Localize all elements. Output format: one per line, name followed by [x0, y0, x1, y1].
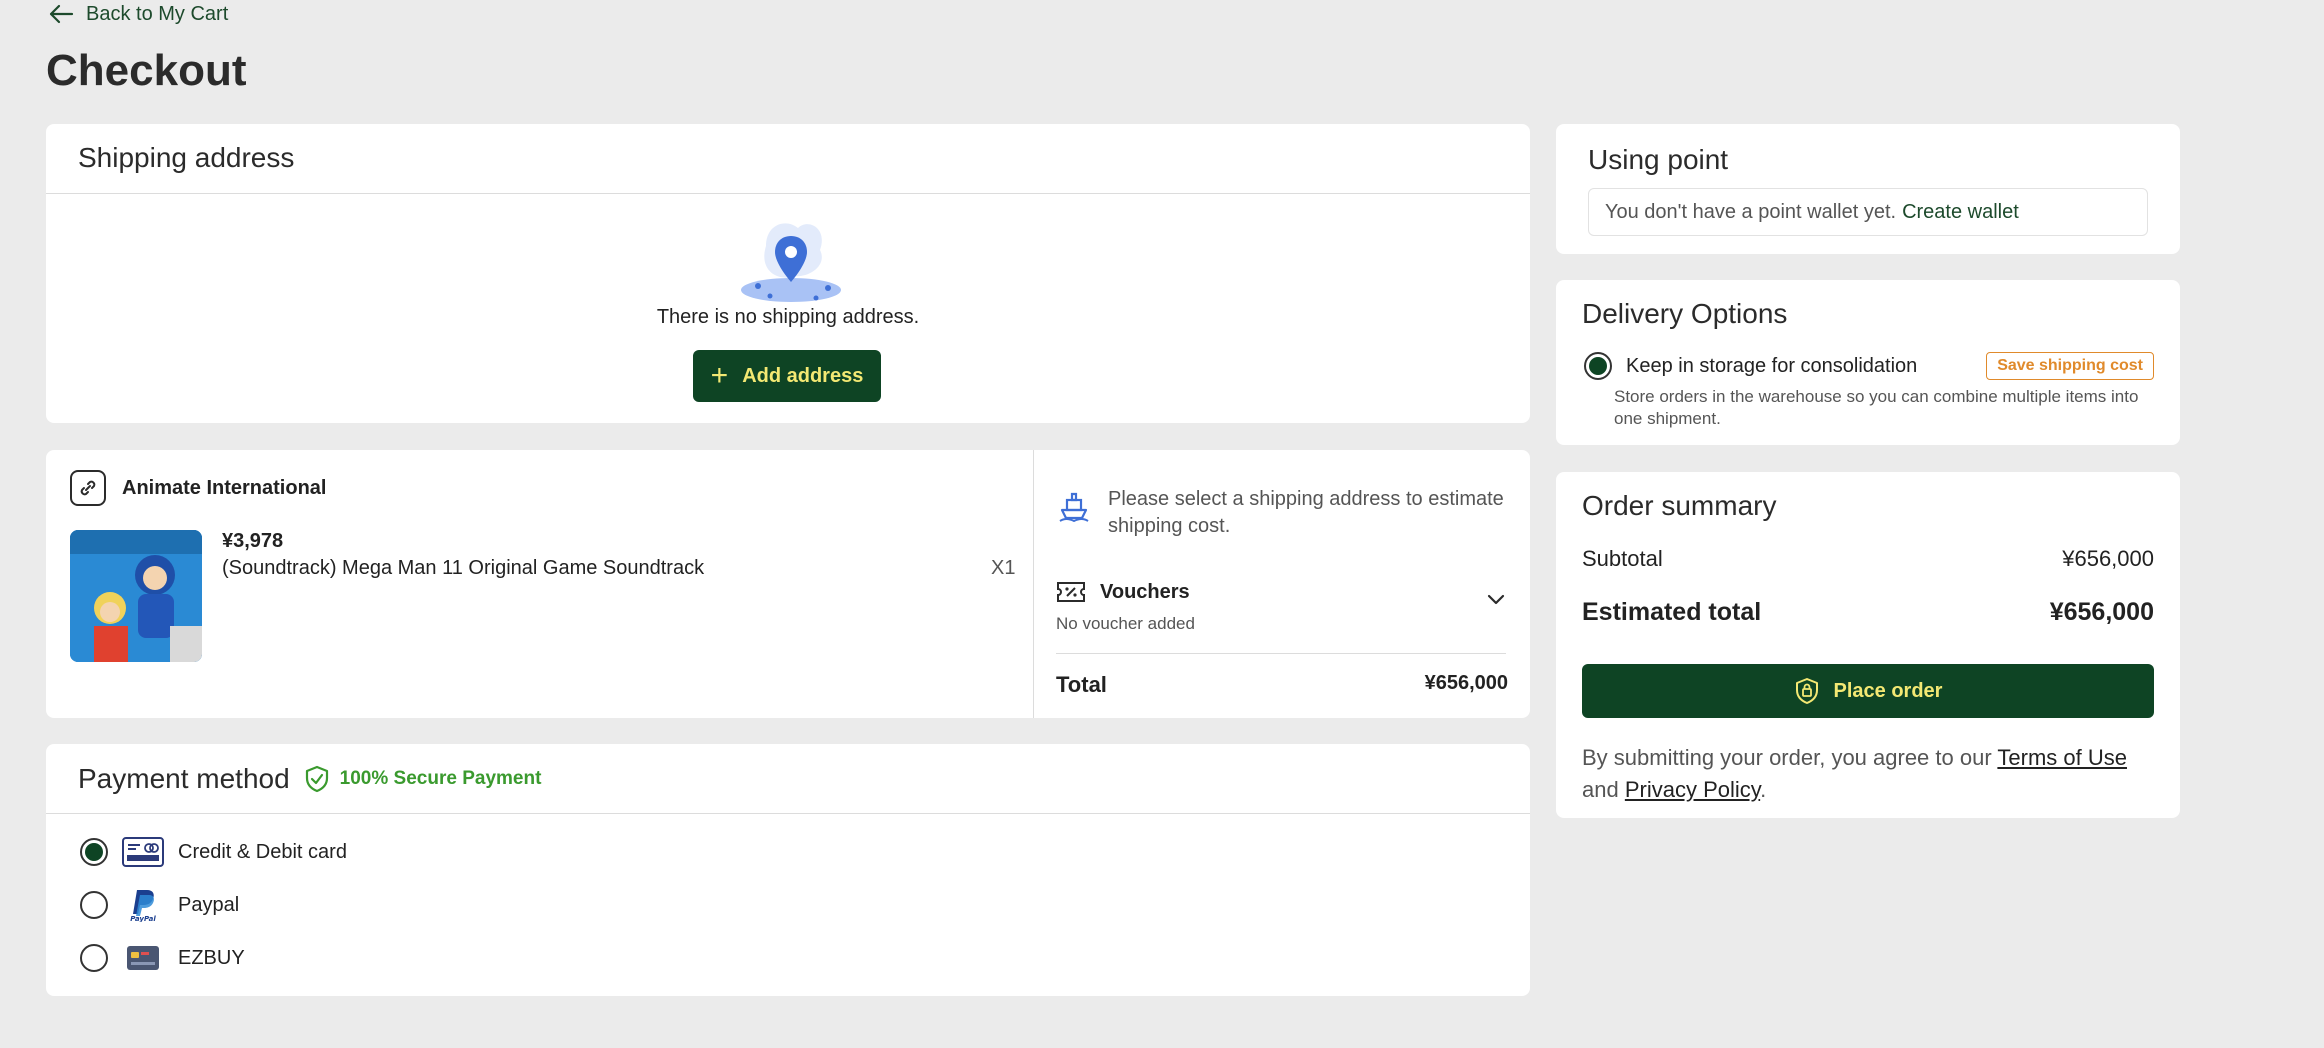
add-address-button[interactable]: + Add address: [693, 350, 881, 402]
estimated-total-row: Estimated total ¥656,000: [1582, 598, 2154, 627]
point-wallet-message: You don't have a point wallet yet.: [1605, 200, 1897, 223]
payment-option-label: EZBUY: [178, 946, 245, 969]
svg-text:PayPal: PayPal: [130, 915, 156, 922]
delivery-options-card: Delivery Options Keep in storage for con…: [1556, 280, 2180, 445]
terms-and: and: [1582, 777, 1619, 802]
create-wallet-link[interactable]: Create wallet: [1902, 201, 2019, 224]
payment-method-card: Payment method 100% Secure Payment Credi…: [46, 744, 1530, 996]
ezbuy-card-icon: [122, 942, 164, 974]
subtotal-label: Subtotal: [1582, 546, 1663, 571]
estimated-total-label: Estimated total: [1582, 598, 1762, 626]
secure-payment-label: 100% Secure Payment: [339, 767, 542, 789]
payment-option-paypal[interactable]: PayPal Paypal: [80, 889, 240, 922]
payment-method-title: Payment method: [78, 762, 290, 794]
order-item-card: Animate International ¥3,978 (Soundtrack…: [46, 450, 1530, 718]
shipping-address-card: Shipping address There is no shipping ad…: [46, 124, 1530, 423]
shield-lock-icon: [1795, 678, 1818, 704]
terms-prefix: By submitting your order, you agree to o…: [1582, 745, 1992, 770]
no-address-message: There is no shipping address.: [656, 306, 920, 328]
radio-unselected[interactable]: [80, 891, 108, 919]
vouchers-title: Vouchers: [1100, 580, 1190, 603]
terms-end: .: [1760, 777, 1767, 802]
ship-icon: [1059, 492, 1089, 522]
add-address-label: Add address: [742, 364, 864, 387]
privacy-policy-link[interactable]: Privacy Policy: [1625, 777, 1760, 802]
shipping-address-title: Shipping address: [46, 124, 1530, 194]
vouchers-status: No voucher added: [1056, 614, 1195, 633]
place-order-button[interactable]: Place order: [1582, 664, 2154, 718]
location-pin-illustration: [741, 223, 841, 302]
save-shipping-badge: Save shipping cost: [1986, 352, 2154, 380]
shield-check-icon: [305, 765, 328, 792]
shipping-estimate-hint: Please select a shipping address to esti…: [1058, 486, 1528, 540]
subtotal-row: Subtotal ¥656,000: [1582, 546, 2154, 572]
paypal-icon: PayPal: [122, 889, 164, 922]
secure-payment-badge: 100% Secure Payment: [304, 765, 542, 793]
terms-notice: By submitting your order, you agree to o…: [1582, 742, 2162, 806]
payment-option-card[interactable]: Credit & Debit card: [80, 836, 347, 868]
link-icon: [70, 470, 106, 506]
chevron-down-icon[interactable]: [1486, 592, 1506, 606]
place-order-label: Place order: [1833, 679, 1943, 702]
voucher-ticket-icon: [1057, 582, 1085, 602]
using-point-card: Using point You don't have a point walle…: [1556, 124, 2180, 254]
radio-unselected[interactable]: [80, 944, 108, 972]
total-value: ¥656,000: [1424, 672, 1508, 694]
point-wallet-box: You don't have a point wallet yet. Creat…: [1588, 188, 2148, 236]
terms-of-use-link[interactable]: Terms of Use: [1997, 745, 2127, 770]
back-link-label: Back to My Cart: [86, 2, 229, 25]
radio-selected[interactable]: [80, 838, 108, 866]
delivery-option-description: Store orders in the warehouse so you can…: [1614, 387, 2139, 428]
store-name: Animate International: [122, 476, 327, 499]
product-name[interactable]: (Soundtrack) Mega Man 11 Original Game S…: [222, 557, 704, 580]
payment-option-ezbuy[interactable]: EZBUY: [80, 942, 245, 974]
credit-card-icon: [122, 836, 164, 868]
subtotal-value: ¥656,000: [2062, 546, 2154, 571]
column-divider: [1033, 450, 1034, 718]
page-title: Checkout: [46, 46, 247, 95]
divider: [1056, 653, 1506, 654]
delivery-option-storage[interactable]: Keep in storage for consolidation: [1584, 352, 1917, 380]
back-to-cart-link[interactable]: Back to My Cart: [48, 0, 228, 28]
plus-icon: +: [710, 359, 729, 392]
product-thumbnail[interactable]: [70, 530, 202, 662]
estimated-total-value: ¥656,000: [2049, 598, 2154, 626]
payment-option-label: Credit & Debit card: [178, 840, 347, 863]
using-point-title: Using point: [1588, 144, 1729, 175]
product-price: ¥3,978: [222, 530, 284, 552]
total-label: Total: [1056, 672, 1107, 697]
order-summary-card: Order summary Subtotal ¥656,000 Estimate…: [1556, 472, 2180, 818]
shipping-estimate-text: Please select a shipping address to esti…: [1108, 488, 1504, 537]
delivery-option-label: Keep in storage for consolidation: [1626, 354, 1918, 377]
arrow-left-icon: [49, 4, 74, 24]
store-row: Animate International: [70, 470, 326, 506]
delivery-options-title: Delivery Options: [1582, 298, 1788, 329]
vouchers-row[interactable]: Vouchers No voucher added: [1056, 580, 1506, 634]
payment-option-label: Paypal: [178, 893, 240, 916]
order-summary-title: Order summary: [1582, 490, 1777, 521]
radio-selected[interactable]: [1584, 352, 1612, 380]
product-quantity: X1: [991, 557, 1016, 579]
